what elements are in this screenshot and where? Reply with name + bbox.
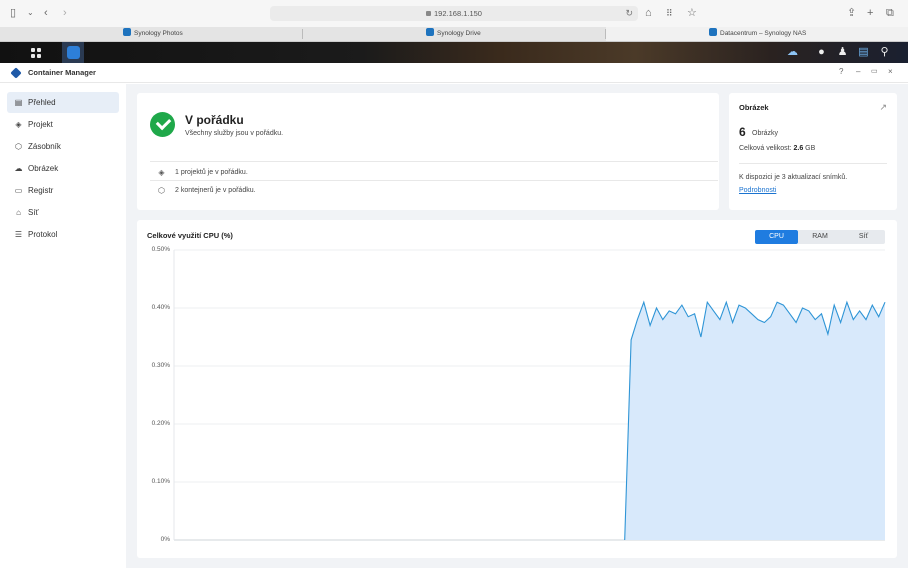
sidebar-item-label: Projekt (28, 120, 53, 129)
status-card: V pořádku Všechny služby jsou v pořádku.… (137, 93, 719, 210)
network-icon: ⌂ (16, 208, 21, 217)
container-icon: ⬡ (158, 185, 165, 195)
sidebar-item-label: Protokol (28, 230, 58, 239)
url-text: 192.168.1.150 (434, 9, 482, 18)
status-subtitle: Všechny služby jsou v pořádku. (185, 130, 284, 137)
layers-icon: ◈ (158, 167, 165, 177)
chat-icon[interactable]: ● (815, 46, 828, 59)
images-update-text: K dispozici je 3 aktualizací snímků. (739, 174, 848, 181)
sidebar-item-label: Přehled (28, 98, 56, 107)
window-title-bar: Container Manager ? – ▭ × (0, 63, 908, 83)
synology-favicon-icon (426, 28, 434, 36)
images-count-label: Obrázky (752, 130, 779, 137)
divider (150, 180, 718, 181)
help-button[interactable]: ? (839, 67, 843, 76)
container-manager-logo-icon (10, 67, 22, 79)
main-menu-icon (31, 47, 41, 58)
size-value: 2.6 (793, 145, 804, 152)
restore-button[interactable]: ▭ (871, 67, 878, 75)
browser-tabs: Synology Photos Synology Drive Datacentr… (0, 27, 908, 42)
back-icon[interactable]: ‹ (44, 6, 48, 20)
images-total-size: Celková velikost: 2.6 GB (739, 145, 815, 152)
lock-icon (426, 11, 432, 16)
synology-favicon-icon (123, 28, 131, 36)
log-icon: ☰ (14, 230, 23, 239)
tab-label: Datacentrum – Synology NAS (720, 30, 807, 37)
divider (739, 163, 887, 164)
container-manager-app-icon (66, 46, 80, 59)
home-icon[interactable]: ⌂ (645, 6, 652, 20)
details-link[interactable]: Podrobnosti (739, 187, 776, 194)
address-bar[interactable]: 192.168.1.150 ↻ (270, 6, 638, 21)
sidebar-item-label: Zásobník (28, 142, 61, 151)
tab-datacentrum[interactable]: Datacentrum – Synology NAS (606, 27, 908, 41)
sidebar-item-project[interactable]: ◈ Projekt (7, 114, 119, 135)
chevron-down-icon[interactable]: ⌄ (27, 6, 34, 20)
cloud-icon: ☁ (14, 164, 23, 173)
sidebar-item-network[interactable]: ⌂ Síť (7, 202, 119, 223)
check-circle-icon (150, 112, 175, 137)
taskbar-container-manager[interactable] (62, 42, 84, 63)
sidebar-item-image[interactable]: ☁ Obrázek (7, 158, 119, 179)
divider (150, 161, 718, 162)
status-row-text: 1 projektů je v pořádku. (175, 168, 248, 176)
sidebar-item-overview[interactable]: ▤ Přehled (7, 92, 119, 113)
new-tab-icon[interactable]: + (867, 6, 873, 20)
size-unit: GB (805, 145, 816, 152)
main-menu-button[interactable] (25, 42, 47, 63)
sidebar-item-label: Registr (28, 186, 54, 195)
registry-icon: ▭ (14, 186, 23, 195)
cloud-sync-icon[interactable]: ☁ (786, 46, 799, 59)
browser-toolbar: ▯ ⌄ ‹ › 192.168.1.150 ↻ ⌂ ⠿ ☆ ⇪ + ⧉ (0, 0, 908, 27)
sidebar-toggle-icon[interactable]: ▯ (10, 6, 16, 20)
sidebar-item-label: Síť (28, 208, 39, 217)
overview-icon: ▤ (14, 98, 23, 107)
tab-overview-icon[interactable]: ⧉ (886, 6, 894, 20)
sidebar: ▤ Přehled ◈ Projekt ⬡ Zásobník ☁ Obrázek ▭ Re… (0, 84, 126, 568)
layers-icon: ◈ (15, 120, 22, 129)
synology-favicon-icon (709, 28, 717, 36)
size-label: Celková velikost: (739, 145, 792, 152)
status-title: V pořádku (185, 113, 244, 127)
status-row-projects: ◈ 1 projektů je v pořádku. (157, 165, 248, 179)
tab-synology-drive[interactable]: Synology Drive (303, 27, 605, 41)
window-title: Container Manager (28, 68, 96, 77)
widgets-icon[interactable]: ▤ (857, 46, 870, 59)
sidebar-item-label: Obrázek (28, 164, 59, 173)
cpu-area-chart (173, 249, 886, 541)
reload-icon[interactable]: ↻ (625, 6, 633, 21)
forward-icon[interactable]: › (63, 6, 67, 20)
close-button[interactable]: × (888, 67, 893, 76)
status-row-text: 2 kontejnerů je v pořádku. (175, 186, 256, 194)
tab-label: Synology Photos (134, 30, 183, 37)
cpu-chart-card: Celkové využití CPU (%) CPU RAM Síť 0.50… (137, 220, 897, 558)
images-card: Obrázek ↗ 6 Obrázky Celková velikost: 2.… (729, 93, 897, 210)
tab-synology-photos[interactable]: Synology Photos (0, 27, 302, 41)
cpu-area-fill (624, 302, 885, 540)
search-icon[interactable]: ⚲ (878, 46, 891, 59)
expand-arrow-icon[interactable]: ↗ (879, 102, 887, 113)
sidebar-item-log[interactable]: ☰ Protokol (7, 224, 119, 245)
user-icon[interactable]: ♟ (836, 46, 849, 59)
share-icon[interactable]: ⇪ (847, 6, 856, 20)
images-card-title: Obrázek (739, 103, 769, 112)
bookmark-star-icon[interactable]: ☆ (687, 6, 697, 20)
dsm-taskbar: ☁ ● ♟ ▤ ⚲ (0, 42, 908, 63)
minimize-button[interactable]: – (856, 67, 860, 76)
main-content: V pořádku Všechny služby jsou v pořádku.… (126, 84, 908, 568)
apps-grid-icon[interactable]: ⠿ (666, 6, 673, 20)
sidebar-item-container[interactable]: ⬡ Zásobník (7, 136, 119, 157)
images-count: 6 (739, 125, 746, 139)
status-row-containers: ⬡ 2 kontejnerů je v pořádku. (157, 183, 256, 197)
container-icon: ⬡ (15, 142, 22, 151)
sidebar-item-registry[interactable]: ▭ Registr (7, 180, 119, 201)
tab-label: Synology Drive (437, 30, 481, 37)
